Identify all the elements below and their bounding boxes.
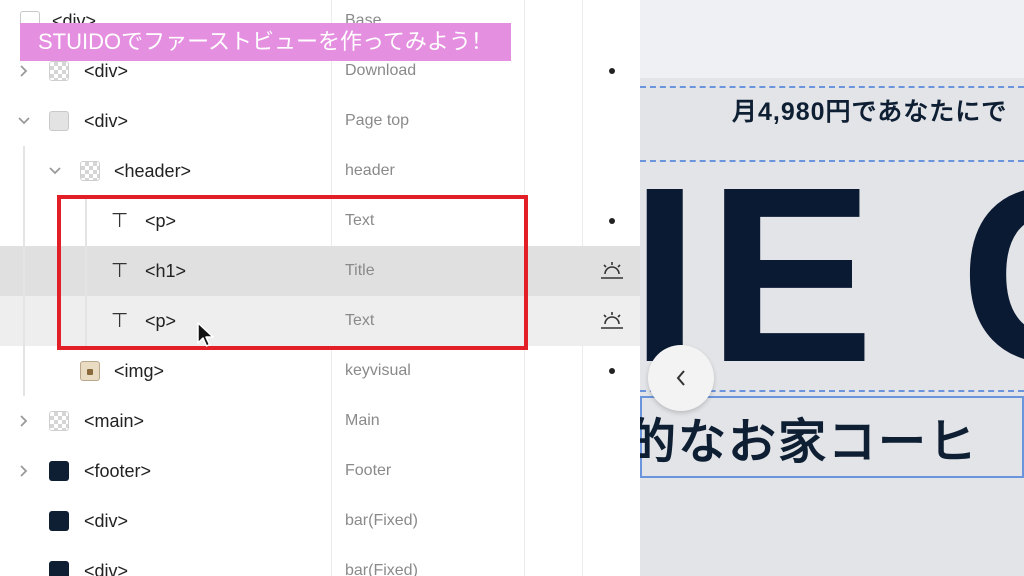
chevron-right-icon[interactable]: [16, 63, 32, 79]
layer-name: Page top: [345, 112, 410, 129]
layer-name: Footer: [345, 462, 392, 479]
chevron-left-icon: [676, 370, 685, 386]
layer-tag: <div>: [84, 111, 129, 131]
layer-row-footer[interactable]: <footer> Footer: [0, 446, 640, 496]
tree-guide-line: [23, 146, 25, 396]
layer-name: bar(Fixed): [345, 512, 418, 529]
preview-offer-text[interactable]: 月4,980円であなたにで: [732, 92, 1007, 128]
layer-row-bar-fixed[interactable]: <div> bar(Fixed): [0, 496, 640, 546]
chevron-down-icon[interactable]: [47, 163, 63, 179]
preview-top-band: [640, 0, 1024, 78]
layer-row-main[interactable]: <main> Main: [0, 396, 640, 446]
visibility-toggle-icon[interactable]: [600, 309, 624, 331]
gray-box-icon: [49, 111, 69, 131]
mouse-cursor-icon: [197, 322, 214, 347]
layer-tag: <div>: [84, 561, 129, 576]
visibility-dot-icon[interactable]: [609, 68, 615, 74]
navy-box-icon: [49, 461, 69, 481]
visibility-dot-icon[interactable]: [609, 218, 615, 224]
layer-row-keyvisual[interactable]: <img> keyvisual: [0, 346, 640, 396]
chevron-right-icon[interactable]: [16, 413, 32, 429]
chevron-right-icon[interactable]: [16, 463, 32, 479]
checker-box-icon: [80, 161, 100, 181]
collapse-panel-button[interactable]: [648, 345, 714, 411]
visibility-dot-icon[interactable]: [609, 368, 615, 374]
layer-tag: <div>: [84, 511, 129, 531]
layer-name: header: [345, 162, 395, 179]
highlight-annotation-box: [57, 195, 528, 350]
image-icon: [80, 361, 100, 381]
preview-subtitle[interactable]: 的なお家コーヒ: [640, 410, 978, 476]
checker-box-icon: [49, 411, 69, 431]
layer-row-page-top[interactable]: <div> Page top: [0, 96, 640, 146]
layer-row-header[interactable]: <header> header: [0, 146, 640, 196]
layer-tag: <img>: [114, 361, 165, 381]
layer-tag: <header>: [114, 161, 192, 181]
navy-box-icon: [49, 511, 69, 531]
layer-name: Main: [345, 412, 380, 429]
layer-name: bar(Fixed): [345, 562, 418, 576]
selection-dashed-line: [640, 86, 1024, 88]
navy-box-icon: [49, 561, 69, 576]
layer-tag: <main>: [84, 411, 145, 431]
visibility-toggle-icon[interactable]: [600, 259, 624, 281]
checker-box-icon: [49, 61, 69, 81]
layer-row-bar-fixed[interactable]: <div> bar(Fixed): [0, 546, 640, 576]
layer-tag: <footer>: [84, 461, 152, 481]
layer-name: keyvisual: [345, 362, 411, 379]
chevron-down-icon[interactable]: [16, 113, 32, 129]
canvas-preview: 月4,980円であなたにで IE C 的なお家コーヒ: [640, 0, 1024, 576]
video-caption: STUIDOでファーストビューを作ってみよう！: [20, 23, 511, 61]
